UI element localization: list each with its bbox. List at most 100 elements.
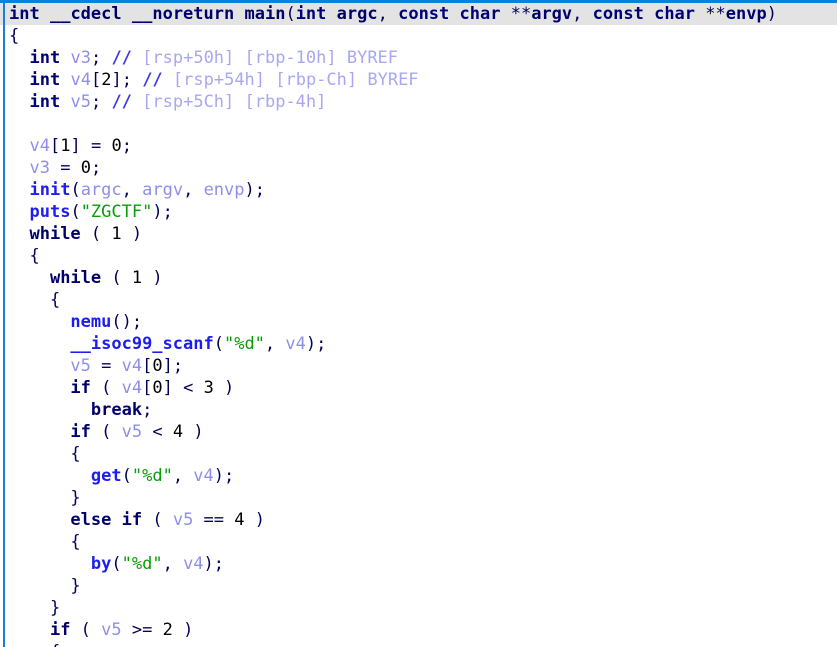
code-token-func[interactable]: nemu [70,312,111,332]
code-token-brace: { [49,290,61,310]
code-token-func[interactable]: get [91,466,122,486]
code-token-var[interactable]: v5 [173,510,193,530]
pseudocode-line[interactable]: v4[1] = 0; [0,135,837,157]
code-token-func[interactable]: by [91,554,111,574]
pseudocode-line[interactable]: puts("ZGCTF"); [0,201,837,223]
code-token-number: 1 [60,136,71,156]
pseudocode-line[interactable]: { [0,531,837,553]
code-token-keyword[interactable]: __cdecl [50,4,122,24]
code-token-var[interactable]: v5 [101,620,121,640]
code-token-string: "%d" [223,334,265,354]
code-token-var[interactable]: v4 [285,334,305,354]
code-token-keyword[interactable]: argc [337,4,378,24]
code-token-keyword[interactable]: __noreturn [132,4,234,24]
code-token-var[interactable]: v4 [70,70,90,90]
pseudocode-line-list[interactable]: int __cdecl __noreturn main(int argc, co… [0,3,837,647]
code-token-var[interactable]: v3 [29,158,49,178]
code-token-punct: ( [90,378,122,398]
code-token-var[interactable]: argv [142,180,183,200]
code-token-func[interactable]: init [29,180,70,200]
code-token-var[interactable]: v5 [70,92,90,112]
code-token-punct: [ [49,136,61,156]
code-token-keyword[interactable]: if [122,510,142,530]
pseudocode-line[interactable]: init(argc, argv, envp); [0,179,837,201]
code-token-keyword[interactable]: if [50,620,70,640]
pseudocode-line[interactable]: if ( v5 >= 2 ) [0,619,837,641]
code-token-type: char [459,4,501,24]
code-token-var[interactable]: v4 [122,378,142,398]
code-token-brace: { [70,444,81,464]
pseudocode-line[interactable]: { [0,641,837,647]
pseudocode-line[interactable]: else if ( v5 == 4 ) [0,509,837,531]
pseudocode-line[interactable]: if ( v4[0] < 3 ) [0,377,837,399]
code-token-keyword[interactable]: break [91,400,142,420]
code-token-keyword[interactable]: while [29,224,80,244]
pseudocode-line[interactable]: if ( v5 < 4 ) [0,421,837,443]
pseudocode-line[interactable]: int v5; // [rsp+5Ch] [rbp-4h] [0,91,837,113]
code-token-keyword[interactable]: while [50,268,101,288]
pseudocode-line[interactable]: { [0,25,837,47]
pseudocode-line[interactable]: { [0,245,837,267]
code-token-punct: = [90,356,122,376]
code-token-brace: { [50,642,60,647]
code-token-var[interactable]: v4 [193,466,213,486]
pseudocode-line[interactable]: int v3; // [rsp+50h] [rbp-10h] BYREF [0,47,837,69]
code-token-punct: , [183,180,204,200]
pseudocode-line[interactable]: int v4[2]; // [rsp+54h] [rbp-Ch] BYREF [0,69,837,91]
pseudocode-line[interactable]: nemu(); [0,311,837,333]
code-token-var[interactable]: v4 [29,136,49,156]
pseudocode-view[interactable]: int __cdecl __noreturn main(int argc, co… [0,0,837,647]
code-token-type: char [654,4,696,24]
pseudocode-line[interactable]: int __cdecl __noreturn main(int argc, co… [0,3,837,25]
code-token-var[interactable]: v3 [70,48,90,68]
code-token-punct: ** [695,4,726,24]
pseudocode-line[interactable]: by("%d", v4); [0,553,837,575]
code-token-type: int [29,92,61,112]
pseudocode-line[interactable]: break; [0,399,837,421]
code-token-var[interactable]: v4 [122,356,142,376]
code-token-string: "%d" [121,554,163,574]
pseudocode-line[interactable]: while ( 1 ) [0,223,837,245]
code-token-comment: [rsp+5Ch] [rbp-4h] [131,92,327,112]
pseudocode-line[interactable] [0,113,837,135]
pseudocode-line[interactable]: __isoc99_scanf("%d", v4); [0,333,837,355]
code-token-punct: , [377,4,399,24]
pseudocode-line[interactable]: v3 = 0; [0,157,837,179]
code-token-number: 1 [111,224,122,244]
code-token-keyword[interactable]: if [70,378,90,398]
pseudocode-line[interactable]: while ( 1 ) [0,267,837,289]
code-token-var[interactable]: envp [204,180,245,200]
code-token-punct: ); [152,202,173,222]
code-token-func[interactable]: __isoc99_scanf [70,334,213,354]
code-token-var[interactable]: v4 [183,554,203,574]
code-token-keyword[interactable]: main [244,4,285,24]
code-token-commark: // [142,70,163,90]
pseudocode-line[interactable]: } [0,597,837,619]
code-token-func[interactable]: puts [29,202,70,222]
code-token-punct: ; [142,400,153,420]
code-token-var[interactable]: v5 [70,356,90,376]
code-token-keyword[interactable]: envp [726,4,767,24]
code-token-keyword[interactable]: argv [531,4,572,24]
pseudocode-line[interactable]: v5 = v4[0]; [0,355,837,377]
pseudocode-line[interactable]: { [0,289,837,311]
code-token-keyword[interactable]: if [70,422,90,442]
code-token-punct: ); [305,334,327,354]
pseudocode-line[interactable]: { [0,443,837,465]
code-token-var[interactable]: v5 [122,422,142,442]
pseudocode-line[interactable]: get("%d", v4); [0,465,837,487]
pseudocode-line[interactable]: } [0,575,837,597]
code-token-var[interactable]: argc [81,180,122,200]
code-token-keyword[interactable]: else [70,510,111,530]
code-token-punct: , [121,180,143,200]
pseudocode-line[interactable]: } [0,487,837,509]
